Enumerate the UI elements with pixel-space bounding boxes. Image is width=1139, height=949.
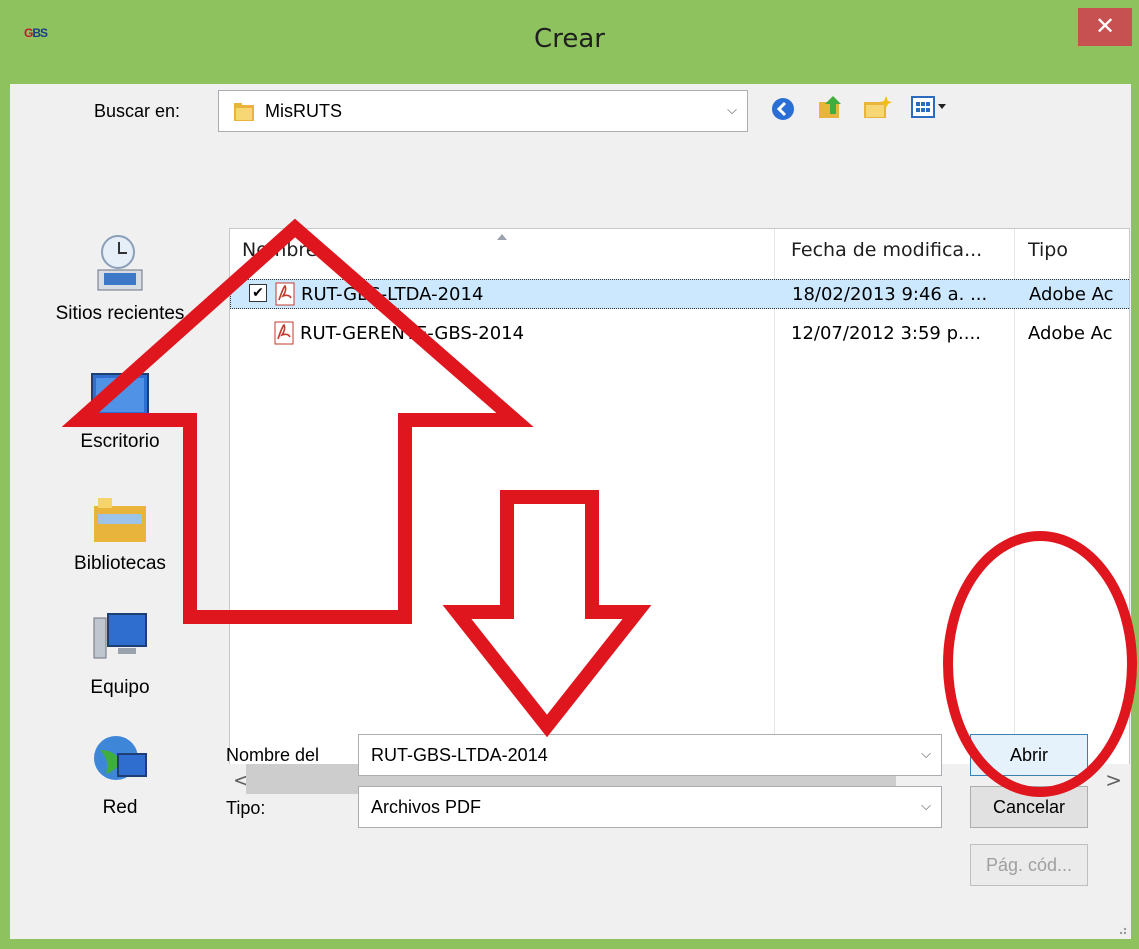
window-title: Crear xyxy=(534,24,605,54)
row-checkbox[interactable]: ✔ xyxy=(249,284,267,302)
codepage-button[interactable]: Pág. cód... xyxy=(970,844,1088,886)
column-separator[interactable] xyxy=(1014,229,1015,797)
place-computer[interactable]: Equipo xyxy=(22,610,218,699)
up-folder-icon[interactable] xyxy=(816,92,846,122)
filetype-label: Tipo: xyxy=(226,798,266,818)
file-type: Adobe Ac xyxy=(1029,284,1114,305)
pdf-file-icon xyxy=(274,321,294,345)
back-icon[interactable] xyxy=(770,96,796,122)
network-icon xyxy=(94,736,147,780)
recent-places-icon xyxy=(97,235,143,291)
scroll-right-arrow[interactable]: > xyxy=(1105,768,1122,792)
libraries-icon xyxy=(94,498,146,542)
file-type: Adobe Ac xyxy=(1028,323,1113,344)
place-libraries[interactable]: Bibliotecas xyxy=(22,492,218,575)
open-button[interactable]: Abrir xyxy=(970,734,1088,776)
folder-icon xyxy=(234,103,254,121)
column-header-type[interactable]: Tipo xyxy=(1028,239,1068,261)
file-name: RUT-GBS-LTDA-2014 xyxy=(301,284,484,305)
pdf-file-icon xyxy=(275,282,295,306)
table-row[interactable]: RUT-GERENTE-GBS-2014 12/07/2012 3:59 p..… xyxy=(230,319,1129,349)
new-folder-icon[interactable] xyxy=(862,94,892,122)
title-bar: GBS Crear ✕ xyxy=(0,0,1139,84)
sort-ascending-icon xyxy=(497,234,507,240)
chevron-down-icon[interactable]: ⌵ xyxy=(921,799,931,814)
place-label: Red xyxy=(102,797,138,818)
file-name: RUT-GERENTE-GBS-2014 xyxy=(300,323,525,344)
computer-icon xyxy=(93,613,147,659)
file-date: 12/07/2012 3:59 p.... xyxy=(791,323,981,344)
table-row[interactable]: ✔ RUT-GBS-LTDA-2014 18/02/2013 9:46 a. .… xyxy=(230,279,1129,309)
cancel-button[interactable]: Cancelar xyxy=(970,786,1088,828)
place-label: Bibliotecas xyxy=(74,553,166,574)
place-label: Sitios recientes xyxy=(55,303,185,324)
column-header-name[interactable]: Nombre xyxy=(242,239,318,261)
look-in-label: Buscar en: xyxy=(94,101,181,121)
places-bar: Sitios recientes Escritorio Bibliotecas xyxy=(22,230,218,818)
close-button[interactable]: ✕ xyxy=(1078,8,1132,46)
place-network[interactable]: Red xyxy=(22,730,218,819)
look-in-value: MisRUTS xyxy=(265,101,342,121)
filename-input[interactable]: RUT-GBS-LTDA-2014 ⌵ xyxy=(358,734,942,776)
filetype-select[interactable]: Archivos PDF ⌵ xyxy=(358,786,942,828)
dialog-client-area: Buscar en: MisRUTS ⌵ Sitios recientes Es… xyxy=(10,84,1131,939)
filename-value: RUT-GBS-LTDA-2014 xyxy=(371,745,548,765)
chevron-down-icon[interactable]: ⌵ xyxy=(921,747,931,762)
place-desktop[interactable]: Escritorio xyxy=(22,370,218,453)
column-separator[interactable] xyxy=(774,229,775,797)
look-in-combo[interactable]: MisRUTS ⌵ xyxy=(218,90,748,132)
desktop-icon xyxy=(91,373,149,417)
column-header-date[interactable]: Fecha de modifica... xyxy=(791,239,982,261)
dialog-window: GBS Crear ✕ Buscar en: MisRUTS ⌵ Sitios … xyxy=(0,0,1139,949)
resize-grip-icon[interactable] xyxy=(1113,921,1127,935)
filename-label: Nombre del xyxy=(226,745,320,765)
chevron-down-icon[interactable]: ⌵ xyxy=(727,103,737,118)
view-menu-icon[interactable] xyxy=(910,94,950,120)
place-label: Equipo xyxy=(90,677,150,698)
place-label: Escritorio xyxy=(80,431,160,452)
filetype-value: Archivos PDF xyxy=(371,797,482,817)
file-date: 18/02/2013 9:46 a. ... xyxy=(792,284,988,305)
place-recent[interactable]: Sitios recientes xyxy=(22,230,218,325)
file-list[interactable]: Nombre Fecha de modifica... Tipo ✔ RUT-G… xyxy=(229,228,1130,798)
